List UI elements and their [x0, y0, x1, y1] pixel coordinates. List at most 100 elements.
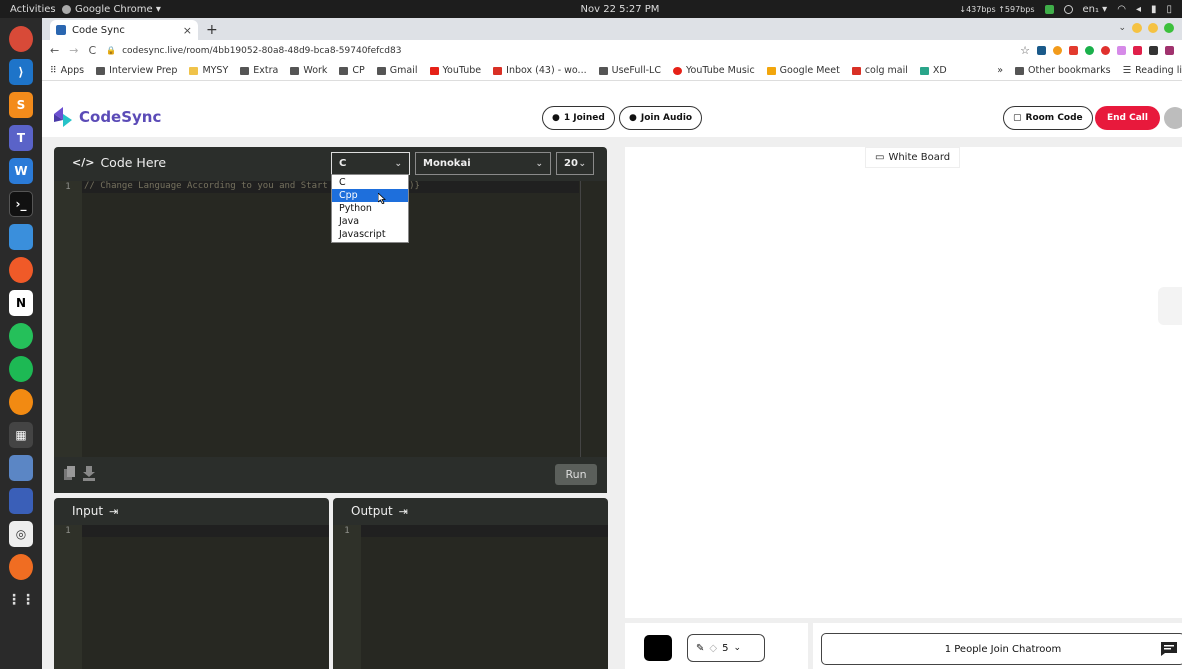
join-audio-button[interactable]: ● Join Audio — [619, 106, 703, 130]
teams-app-icon[interactable]: T — [9, 125, 33, 151]
bookmark-label: CP — [352, 65, 365, 76]
bookmark-item[interactable]: Work — [290, 65, 327, 76]
language-option-javascript[interactable]: Javascript — [332, 228, 408, 241]
input-panel: Input ⇥ 1 — [54, 498, 329, 669]
screenshot-app-icon[interactable]: ◎ — [9, 521, 33, 547]
vscode-app-icon[interactable]: ⟩ — [9, 59, 33, 85]
clock[interactable]: Nov 22 5:27 PM — [560, 4, 680, 15]
brush-size-select[interactable]: ✎ ◇ 5 ⌄ — [687, 634, 765, 662]
favicon-icon — [56, 25, 66, 35]
bookmark-item[interactable]: XD — [919, 65, 947, 76]
new-tab-button[interactable]: + — [206, 20, 218, 40]
reading-list-icon: ☰ — [1122, 65, 1132, 76]
bookmark-item[interactable]: CP — [339, 65, 365, 76]
room-code-button[interactable]: ▢ Room Code — [1003, 106, 1093, 130]
language-option-python[interactable]: Python — [332, 202, 408, 215]
sublime-app-icon[interactable]: S — [9, 92, 33, 118]
bookmark-item[interactable]: UseFull-LC — [598, 65, 661, 76]
copy-icon[interactable] — [64, 466, 76, 481]
bookmark-label: Work — [303, 65, 328, 76]
bookmark-item[interactable]: YouTube Music — [672, 65, 755, 76]
extension-icon[interactable] — [1069, 46, 1078, 55]
color-swatch[interactable] — [644, 635, 672, 661]
tab-code-sync[interactable]: Code Sync × — [50, 20, 198, 40]
side-panel-toggle[interactable] — [1158, 287, 1182, 325]
language-indicator[interactable]: en₁ ▾ — [1083, 4, 1108, 15]
app-menu[interactable]: Google Chrome ▾ — [62, 4, 161, 15]
language-select[interactable]: C ⌄ — [331, 152, 410, 175]
bookmark-item[interactable]: Inbox (43) - wo... — [493, 65, 587, 76]
bookmark-item[interactable]: YouTube — [429, 65, 481, 76]
xd-icon — [919, 66, 929, 75]
bookmark-star-icon[interactable]: ☆ — [1020, 44, 1030, 57]
extension-icon[interactable] — [1133, 46, 1142, 55]
language-option-c[interactable]: C — [332, 176, 408, 189]
reload-icon[interactable]: C — [88, 44, 96, 57]
app-menu-label: Google Chrome ▾ — [75, 3, 161, 15]
calculator-app-icon[interactable]: ▦ — [9, 422, 33, 448]
bookmark-item[interactable]: Interview Prep — [96, 65, 177, 76]
extensions-puzzle-icon[interactable] — [1149, 46, 1158, 55]
address-bar[interactable]: 🔒 codesync.live/room/4bb19052-80a8-48d9-… — [106, 41, 1010, 60]
theme-select[interactable]: Monokai ⌄ — [415, 152, 551, 175]
chatroom-bar[interactable]: 1 People Join Chatroom — [821, 633, 1182, 665]
download-icon[interactable] — [83, 466, 95, 481]
bookmarks-overflow-button[interactable]: » — [997, 65, 1003, 76]
font-size-select[interactable]: 20 ⌄ — [556, 152, 594, 175]
books-app-icon[interactable] — [9, 389, 33, 415]
output-title: Output — [351, 504, 393, 518]
forward-icon[interactable]: → — [69, 44, 78, 57]
codesync-logo[interactable]: CodeSync — [52, 106, 161, 128]
bookmark-item[interactable]: Google Meet — [766, 65, 840, 76]
line-gutter: 1 — [333, 525, 361, 669]
show-apps-icon[interactable]: ⋮⋮ — [7, 587, 35, 613]
join-audio-label: Join Audio — [640, 113, 693, 123]
profile-icon[interactable] — [1165, 46, 1174, 55]
output-textarea[interactable]: 1 — [333, 525, 608, 669]
extension-icon[interactable] — [1085, 46, 1094, 55]
maximize-icon[interactable] — [1148, 23, 1158, 33]
terminal-app-icon[interactable]: ›_ — [9, 191, 33, 217]
notion-app-icon[interactable]: N — [9, 290, 33, 316]
bookmark-item[interactable]: colg mail — [851, 65, 908, 76]
bookmark-favicon-icon — [189, 66, 199, 75]
whiteboard-canvas[interactable]: ▭ White Board — [625, 147, 1182, 618]
extension-icon[interactable] — [1037, 46, 1046, 55]
chrome-app-icon[interactable] — [9, 26, 33, 52]
bookmark-item[interactable]: MYSY — [189, 65, 228, 76]
extension-icon[interactable] — [1117, 46, 1126, 55]
tab-search-icon[interactable]: ⌄ — [1118, 23, 1126, 33]
tab-close-icon[interactable]: × — [183, 24, 192, 37]
input-textarea[interactable]: 1 — [54, 525, 329, 669]
joined-button[interactable]: ● 1 Joined — [542, 106, 615, 130]
reading-list[interactable]: ☰ Reading li — [1123, 65, 1182, 76]
end-call-button[interactable]: End Call — [1095, 106, 1160, 130]
bookmark-item[interactable]: Gmail — [376, 65, 418, 76]
bookmark-item[interactable]: Extra — [240, 65, 278, 76]
bookmark-label: Reading li — [1135, 65, 1182, 76]
run-button[interactable]: Run — [555, 464, 597, 485]
bookmark-item[interactable]: ⠿ Apps — [50, 65, 84, 76]
mic-icon: ▮ — [1150, 3, 1157, 15]
writer-app-icon[interactable]: W — [9, 158, 33, 184]
whatsapp-app-icon[interactable] — [9, 323, 33, 349]
finder-app-icon[interactable] — [9, 224, 33, 250]
system-tray[interactable]: ↓437bps ↑597bps en₁ ▾ ◠ ◂ ▮ ▯ — [959, 4, 1172, 15]
spotify-app-icon[interactable] — [9, 356, 33, 382]
language-option-cpp[interactable]: Cpp — [332, 189, 408, 202]
back-icon[interactable]: ← — [50, 44, 59, 57]
firefox-app-icon[interactable] — [9, 554, 33, 580]
activities-button[interactable]: Activities — [0, 4, 62, 15]
chat-icon[interactable] — [1160, 641, 1178, 657]
files-app-icon[interactable] — [9, 455, 33, 481]
extension-icon[interactable] — [1101, 46, 1110, 55]
extension-icon[interactable] — [1053, 46, 1062, 55]
language-option-java[interactable]: Java — [332, 215, 408, 228]
minimize-icon[interactable] — [1132, 23, 1142, 33]
postman-app-icon[interactable] — [9, 257, 33, 283]
close-window-icon[interactable] — [1164, 23, 1174, 33]
avatar[interactable] — [1164, 107, 1182, 129]
settings-app-icon[interactable] — [9, 488, 33, 514]
editor-title: </> Code Here — [72, 155, 166, 170]
other-bookmarks[interactable]: Other bookmarks — [1015, 65, 1111, 76]
